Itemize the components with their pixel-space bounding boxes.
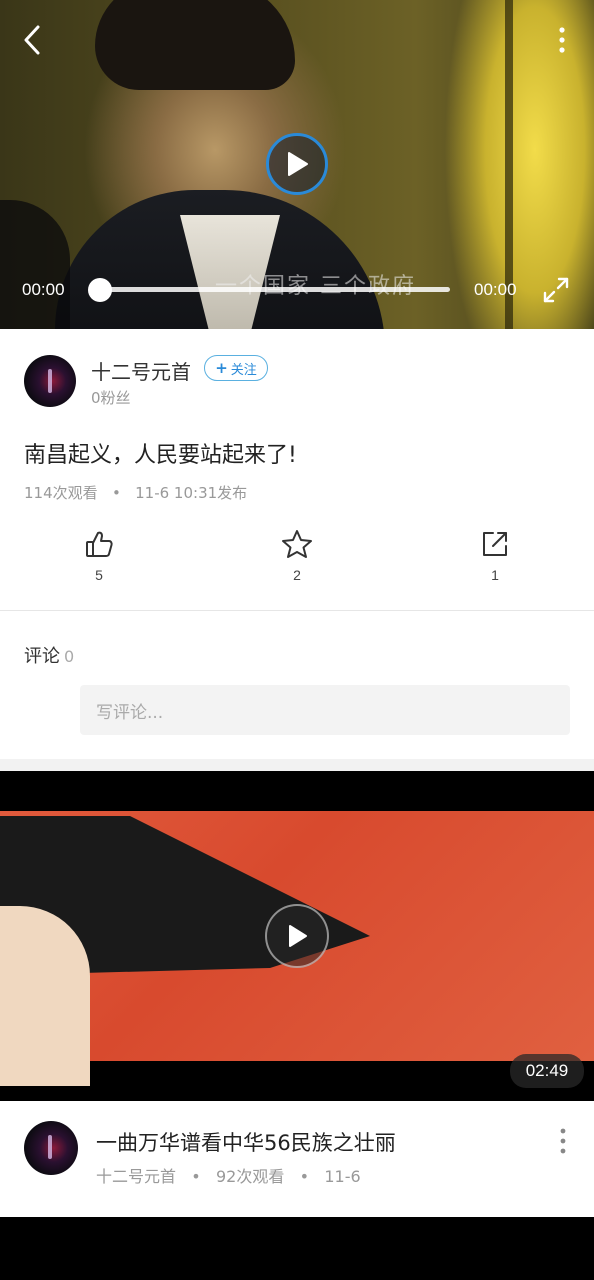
fans-count: 0粉丝 bbox=[91, 389, 131, 407]
thumbs-up-icon bbox=[86, 531, 113, 557]
card-more-button[interactable] bbox=[546, 1123, 580, 1159]
comments-header: 评论 0 bbox=[24, 642, 74, 668]
video-frame-hair bbox=[95, 0, 295, 90]
total-time: 00:00 bbox=[474, 280, 517, 299]
meta-dot: • bbox=[102, 484, 131, 502]
progress-bar[interactable] bbox=[100, 287, 450, 292]
fullscreen-icon bbox=[543, 277, 569, 303]
more-options-button[interactable] bbox=[542, 18, 582, 62]
video-duration-badge: 02:49 bbox=[510, 1054, 584, 1088]
current-time: 00:00 bbox=[22, 280, 65, 299]
section-separator bbox=[0, 759, 594, 771]
like-count: 5 bbox=[95, 567, 103, 583]
meta-dot: • bbox=[289, 1167, 320, 1186]
video-thumbnail[interactable]: 02:49 bbox=[0, 771, 594, 1101]
thumbnail-play-button[interactable] bbox=[265, 904, 329, 968]
card-meta: 十二号元首 • 92次观看 • 11-6 bbox=[96, 1163, 361, 1187]
play-button[interactable] bbox=[266, 133, 328, 195]
plus-icon: + bbox=[215, 359, 228, 377]
recommended-video-card[interactable]: 02:49 一曲万华谱看中华56民族之壮丽 十二号元首 • 92次观看 • 11… bbox=[0, 771, 594, 1217]
video-title: 南昌起义，人民要站起来了! bbox=[24, 443, 297, 468]
card-title[interactable]: 一曲万华谱看中华56民族之壮丽 bbox=[96, 1127, 396, 1157]
more-vertical-icon bbox=[560, 1128, 566, 1154]
progress-handle[interactable] bbox=[88, 278, 112, 302]
back-button[interactable] bbox=[12, 18, 52, 62]
video-player[interactable]: 一个国家 三个政府 00:00 00:00 bbox=[0, 0, 594, 329]
section-divider bbox=[0, 610, 594, 611]
author-avatar[interactable] bbox=[24, 355, 76, 407]
favorite-button[interactable]: 2 bbox=[257, 529, 337, 583]
bottom-area bbox=[0, 1217, 594, 1280]
comments-label: 评论 bbox=[24, 646, 60, 667]
card-view-count: 92次观看 bbox=[215, 1167, 285, 1186]
publish-time: 11-6 10:31发布 bbox=[135, 484, 248, 502]
favorite-count: 2 bbox=[293, 567, 301, 583]
back-arrow-icon bbox=[24, 25, 40, 55]
follow-button[interactable]: + 关注 bbox=[204, 355, 268, 381]
video-frame-shade bbox=[0, 200, 70, 329]
follow-label: 关注 bbox=[230, 362, 257, 378]
comment-input[interactable]: 写评论... bbox=[80, 685, 570, 735]
play-icon bbox=[288, 152, 308, 176]
video-subtitle: 一个国家 三个政府 bbox=[215, 268, 416, 300]
play-icon bbox=[289, 925, 307, 947]
share-count: 1 bbox=[491, 567, 499, 583]
card-author-name: 十二号元首 bbox=[96, 1167, 177, 1186]
star-icon bbox=[282, 530, 312, 558]
share-button[interactable]: 1 bbox=[455, 529, 535, 583]
video-meta: 114次观看 • 11-6 10:31发布 bbox=[24, 482, 247, 503]
like-button[interactable]: 5 bbox=[59, 529, 139, 583]
video-info-panel: 十二号元首 + 关注 0粉丝 南昌起义，人民要站起来了! 114次观看 • 11… bbox=[0, 329, 594, 759]
meta-dot: • bbox=[181, 1167, 211, 1186]
share-icon bbox=[483, 532, 507, 556]
card-date: 11-6 bbox=[324, 1167, 361, 1186]
card-author-avatar[interactable] bbox=[24, 1121, 78, 1175]
author-name[interactable]: 十二号元首 bbox=[91, 356, 191, 385]
view-count: 114次观看 bbox=[24, 484, 98, 502]
comments-count: 0 bbox=[64, 647, 75, 666]
fullscreen-button[interactable] bbox=[538, 272, 574, 308]
more-vertical-icon bbox=[559, 27, 565, 53]
